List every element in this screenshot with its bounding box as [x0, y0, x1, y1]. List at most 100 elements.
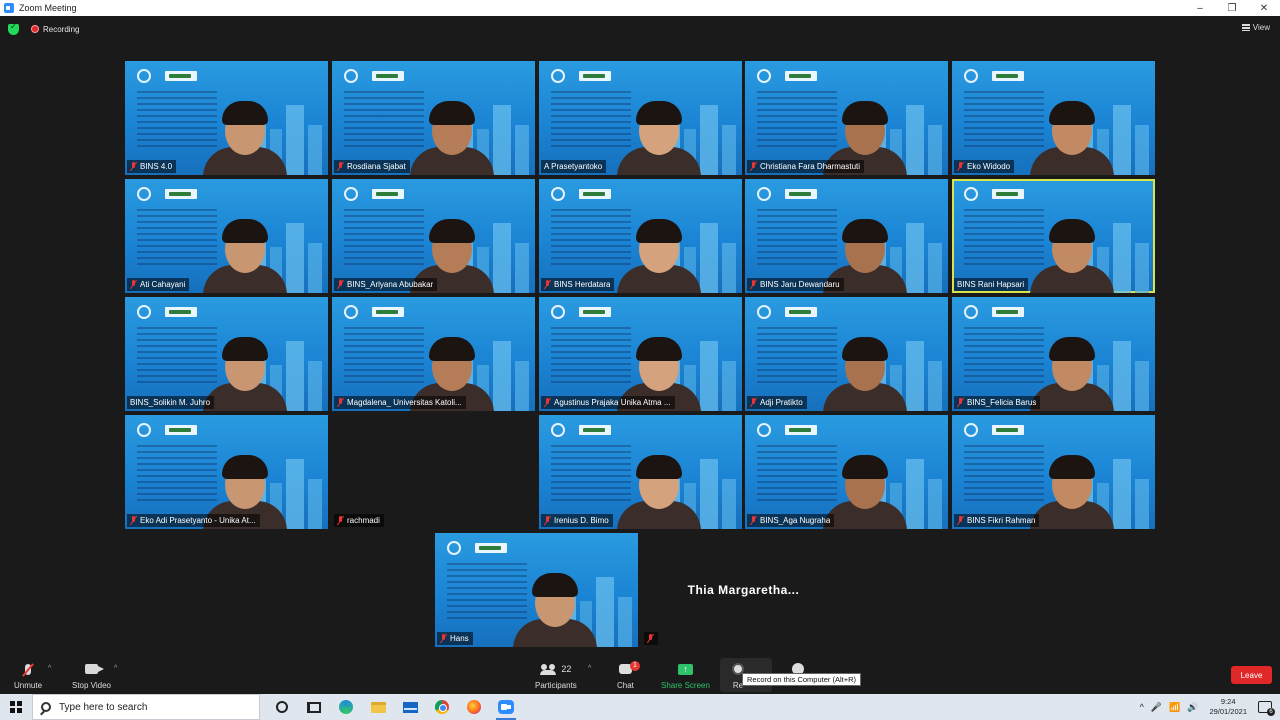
participant-tile[interactable]: Adji Pratikto	[745, 297, 948, 411]
participant-name-bar: Adji Pratikto	[747, 396, 807, 409]
chat-button[interactable]: 1 Chat	[617, 660, 640, 690]
muted-mic-icon	[130, 280, 137, 289]
atma-jaya-badge-icon	[992, 189, 1024, 199]
video-options-caret-icon[interactable]: ^	[114, 665, 117, 672]
bank-logo-icon	[551, 305, 565, 319]
minimize-button[interactable]: –	[1184, 0, 1216, 16]
participant-name-bar	[644, 632, 658, 645]
muted-mic-icon	[544, 398, 551, 407]
edge-button[interactable]	[330, 694, 362, 720]
tray-mic-icon[interactable]: 🎤	[1151, 702, 1162, 713]
participant-name: BINS_Felicia Barus	[967, 398, 1037, 407]
search-input[interactable]	[59, 701, 239, 713]
atma-jaya-badge-icon	[785, 189, 817, 199]
participant-tile[interactable]: BINS_Solikin M. Juhro	[125, 297, 328, 411]
encryption-shield-icon[interactable]	[8, 22, 19, 35]
leave-button[interactable]: Leave	[1231, 666, 1272, 684]
share-screen-icon: ↑	[677, 663, 693, 675]
recording-dot-icon	[31, 25, 39, 33]
participant-tile[interactable]: A Prasetyantoko	[539, 61, 742, 175]
bank-logo-icon	[344, 69, 358, 83]
participant-tile[interactable]: BINS Rani Hapsari	[952, 179, 1155, 293]
bank-logo-icon	[551, 187, 565, 201]
muted-mic-icon	[750, 162, 757, 171]
atma-jaya-badge-icon	[785, 307, 817, 317]
atma-jaya-badge-icon	[579, 307, 611, 317]
participant-tile[interactable]: Magdalena_ Universitas Katoli...	[332, 297, 535, 411]
participant-tile[interactable]: Christiana Fara Dharmastuti	[745, 61, 948, 175]
atma-jaya-badge-icon	[579, 71, 611, 81]
participant-tile[interactable]: Irenius D. Bimo	[539, 415, 742, 529]
edge-icon	[339, 700, 353, 714]
unmute-button[interactable]: Unmute	[14, 660, 42, 690]
share-screen-label: Share Screen	[661, 681, 710, 690]
participant-tile[interactable]: Eko Adi Prasetyanto - Unika At...	[125, 415, 328, 529]
bank-logo-icon	[137, 305, 151, 319]
cortana-button[interactable]	[266, 694, 298, 720]
bank-logo-icon	[964, 305, 978, 319]
windows-logo-icon	[10, 701, 22, 713]
recording-label[interactable]: Recording	[43, 25, 79, 34]
participant-tile[interactable]: Thia Margaretha...	[642, 533, 845, 647]
muted-mic-icon	[957, 162, 964, 171]
participant-name-bar: Ati Cahayani	[127, 278, 190, 291]
bank-logo-icon	[964, 187, 978, 201]
tray-volume-icon[interactable]: 🔊	[1187, 702, 1198, 713]
meeting-status-row: Recording View	[0, 16, 1280, 42]
tray-chevron-icon[interactable]: ^	[1140, 702, 1144, 712]
atma-jaya-badge-icon	[372, 71, 404, 81]
task-view-button[interactable]	[298, 694, 330, 720]
firefox-button[interactable]	[458, 694, 490, 720]
participant-tile[interactable]: BINS 4.0	[125, 61, 328, 175]
participants-button[interactable]: 22 Participants	[535, 660, 577, 690]
participant-tile[interactable]: BINS Jaru Dewandaru	[745, 179, 948, 293]
close-button[interactable]: ✕	[1248, 0, 1280, 16]
participant-center-name: Thia Margaretha...	[687, 583, 800, 597]
share-screen-button[interactable]: ↑ Share Screen	[661, 660, 710, 690]
mail-button[interactable]	[394, 694, 426, 720]
participant-tile[interactable]: BINS_Felicia Barus	[952, 297, 1155, 411]
stop-video-button[interactable]: Stop Video	[72, 660, 111, 690]
restore-button[interactable]: ❐	[1216, 0, 1248, 16]
bank-logo-icon	[757, 423, 771, 437]
bank-logo-icon	[344, 305, 358, 319]
view-button[interactable]: View	[1241, 23, 1270, 32]
muted-mic-icon	[337, 398, 344, 407]
participant-tile[interactable]: BINS_Aga Nugraha	[745, 415, 948, 529]
file-explorer-button[interactable]	[362, 694, 394, 720]
atma-jaya-badge-icon	[165, 189, 197, 199]
taskbar-clock[interactable]: 9:24 29/01/2021	[1209, 697, 1247, 717]
participant-name-bar: Christiana Fara Dharmastuti	[747, 160, 865, 173]
task-view-icon	[307, 701, 321, 713]
participant-name: A Prasetyantoko	[544, 162, 603, 171]
participant-name-bar: BINS_Aga Nugraha	[747, 514, 835, 527]
participant-tile[interactable]: Agustinus Prajaka Unika Atma ...	[539, 297, 742, 411]
participant-name-bar: Rosdiana Sjabat	[334, 160, 410, 173]
participant-video	[611, 213, 707, 293]
bank-logo-icon	[964, 69, 978, 83]
tray-network-icon[interactable]: 📶	[1169, 702, 1180, 713]
participant-tile[interactable]: Ati Cahayani	[125, 179, 328, 293]
participant-tile[interactable]: BINS_Arlyana Abubakar	[332, 179, 535, 293]
muted-mic-icon	[130, 162, 137, 171]
taskbar-search[interactable]	[32, 694, 260, 720]
start-button[interactable]	[0, 694, 32, 720]
participant-tile[interactable]: BINS Herdatara	[539, 179, 742, 293]
zoom-taskbar-button[interactable]	[490, 694, 522, 720]
participant-tile[interactable]: rachmadi	[332, 415, 535, 529]
participant-tile[interactable]: BINS Fikri Rahman	[952, 415, 1155, 529]
participants-caret-icon[interactable]: ^	[588, 665, 591, 672]
audio-options-caret-icon[interactable]: ^	[48, 665, 51, 672]
participant-name: Hans	[450, 634, 469, 643]
participant-name: Ati Cahayani	[140, 280, 186, 289]
participant-name: Irenius D. Bimo	[554, 516, 609, 525]
participant-tile[interactable]: Rosdiana Sjabat	[332, 61, 535, 175]
chat-label: Chat	[617, 681, 634, 690]
participant-tile[interactable]: Hans	[435, 533, 638, 647]
notification-center-icon[interactable]: 6	[1258, 701, 1275, 716]
chrome-button[interactable]	[426, 694, 458, 720]
muted-mic-icon	[750, 280, 757, 289]
participant-tile[interactable]: Eko Widodo	[952, 61, 1155, 175]
participant-name: Magdalena_ Universitas Katoli...	[347, 398, 462, 407]
bank-logo-icon	[137, 187, 151, 201]
